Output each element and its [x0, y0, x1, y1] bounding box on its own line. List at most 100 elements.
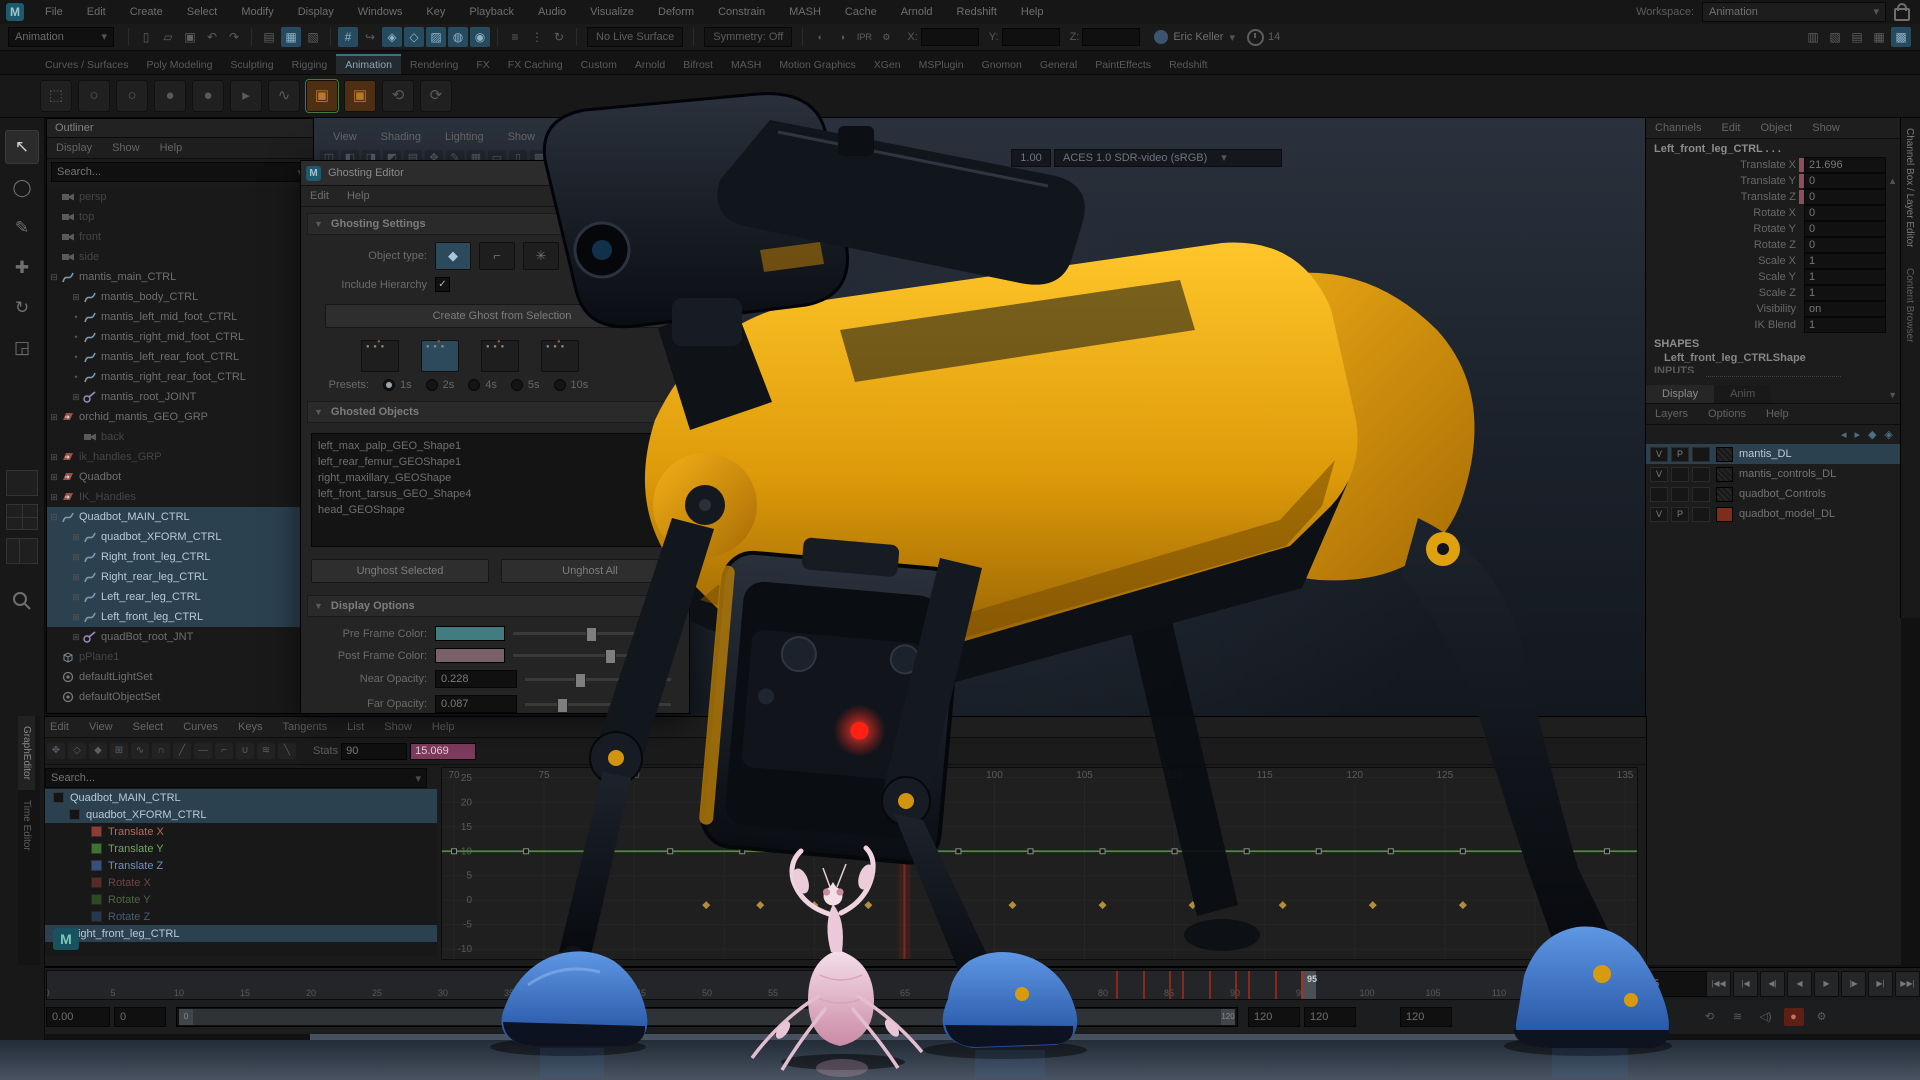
shelf-set-key-icon[interactable]: ○	[78, 80, 110, 112]
graph-channel-row[interactable]: Rotate Y	[45, 891, 437, 908]
graph-editor-search[interactable]: ▾	[45, 768, 427, 788]
layer-editor-menu-item[interactable]: Help	[1757, 404, 1798, 424]
insert-keys-icon[interactable]: ◇	[68, 743, 86, 759]
channel-box-menu-item[interactable]: Show	[1803, 118, 1849, 138]
shelf-tab[interactable]: Curves / Surfaces	[36, 56, 137, 74]
viewport-menu-item[interactable]: View	[322, 126, 368, 148]
ghosting-editor-titlebar[interactable]: M Ghosting Editor — ▢ ✕	[301, 161, 689, 186]
channel-attribute-row[interactable]: Scale Z 1	[1646, 285, 1901, 301]
shelf-ghost-icon[interactable]: ▣	[306, 80, 338, 112]
outliner-item[interactable]: top	[47, 207, 313, 227]
graph-editor-search-input[interactable]	[46, 772, 415, 784]
shelf-tab[interactable]: Sculpting	[221, 56, 282, 74]
shelf-tab[interactable]: Poly Modeling	[137, 56, 221, 74]
layer-color-swatch[interactable]	[1716, 447, 1733, 462]
shelf-tab[interactable]: Animation	[336, 54, 401, 74]
viewport-menu-item[interactable]: Shading	[370, 126, 432, 148]
menu-item[interactable]: Modify	[230, 0, 284, 24]
expand-toggle-icon[interactable]: •	[69, 372, 83, 382]
viewport-menu-item[interactable]: Show	[497, 126, 547, 148]
layer-editor-tab[interactable]: Display	[1646, 385, 1714, 403]
move-tool[interactable]: ✚	[6, 252, 38, 284]
graph-channel-row[interactable]: Right_front_leg_CTRL	[45, 925, 437, 942]
tab-channel-box-layer-editor[interactable]: Channel Box / Layer Editor	[1901, 118, 1918, 258]
scroll-down-icon[interactable]: ▼	[1888, 390, 1897, 400]
shelf-playblast-icon[interactable]: ▸	[230, 80, 262, 112]
outliner-menu-item[interactable]: Display	[47, 138, 101, 158]
tab-content-browser[interactable]: Content Browser	[1901, 258, 1918, 352]
display-layer-row[interactable]: V P quadbot_model_DL	[1646, 504, 1901, 524]
z-coord-input[interactable]	[1082, 28, 1140, 46]
animation-preferences-icon[interactable]: ⚙	[1812, 1008, 1832, 1026]
unghost-all-button[interactable]: Unghost All	[501, 559, 679, 583]
channel-attribute-value[interactable]: 1	[1804, 317, 1886, 333]
layer-playback-toggle[interactable]: P	[1671, 507, 1689, 522]
ghost-preset-pre-icon[interactable]	[361, 340, 399, 372]
outliner-item[interactable]: ⊞ mantis_body_CTRL	[47, 287, 313, 307]
graph-editor-menu-item[interactable]: Tangents	[274, 717, 337, 737]
symmetry-field[interactable]: Symmetry: Off	[704, 27, 792, 47]
unghost-selected-button[interactable]: Unghost Selected	[311, 559, 489, 583]
expand-toggle-icon[interactable]: ⊞	[47, 492, 61, 503]
channel-attribute-value[interactable]: 0	[1804, 205, 1886, 221]
modeling-toolkit-icon[interactable]: ▥	[1803, 27, 1823, 47]
expand-toggle-icon[interactable]: ⊞	[69, 292, 83, 303]
move-nearest-picked-key-icon[interactable]: ✥	[47, 743, 65, 759]
step-back-frame-button[interactable]: ◀|	[1760, 971, 1785, 997]
display-options-header[interactable]: ▼Display Options	[307, 595, 683, 617]
fps-selector[interactable]: 24 fps▾	[1572, 1007, 1630, 1027]
ghosted-object-item[interactable]: left_rear_femur_GEOShape1	[318, 454, 672, 470]
expand-toggle-icon[interactable]: ⊞	[69, 532, 83, 543]
layer-display-type-toggle[interactable]	[1692, 487, 1710, 502]
keyframe-tick[interactable]	[1169, 971, 1171, 999]
range-slider-bar[interactable]	[179, 1009, 1235, 1025]
menu-item[interactable]: Edit	[76, 0, 117, 24]
channel-attribute-value[interactable]: 0	[1804, 221, 1886, 237]
near-opacity-slider[interactable]	[525, 678, 671, 681]
ghost-preset-custom-icon[interactable]	[541, 340, 579, 372]
shelf-tab[interactable]: Custom	[572, 56, 626, 74]
break-tangent-icon[interactable]: ╲	[278, 743, 296, 759]
ghost-locator-icon[interactable]: ✳	[523, 242, 559, 270]
clamped-tangent-icon[interactable]: ∩	[152, 743, 170, 759]
linear-tangent-icon[interactable]: ╱	[173, 743, 191, 759]
ghosted-object-item[interactable]: head_GEOShape	[318, 502, 672, 518]
channel-attribute-row[interactable]: Translate Y 0	[1646, 173, 1901, 189]
go-to-start-button[interactable]: |◀◀	[1706, 971, 1731, 997]
pre-frame-color-slider[interactable]	[513, 632, 671, 635]
close-button[interactable]: ✕	[663, 161, 689, 185]
expand-toggle-icon[interactable]: ⊞	[69, 392, 83, 403]
ghosted-objects-header[interactable]: ▼Ghosted Objects	[307, 401, 683, 423]
shelf-unmute-icon[interactable]: ●	[192, 80, 224, 112]
two-pane-layout-button[interactable]	[6, 538, 38, 564]
step-forward-frame-button[interactable]: |▶	[1841, 971, 1866, 997]
playback-start-field[interactable]: 0	[114, 1007, 166, 1027]
make-object-live-icon[interactable]: ◍	[448, 27, 468, 47]
move-layer-down-icon[interactable]: ▸	[1855, 428, 1861, 441]
keyframe-tick[interactable]	[1182, 971, 1184, 999]
open-scene-icon[interactable]: ▱	[158, 27, 178, 47]
render-settings-icon[interactable]: ⚙	[876, 27, 896, 47]
snap-projected-center-icon[interactable]: ◇	[404, 27, 424, 47]
curve-view[interactable]: 2520151050-5-107075808590951001051101151…	[441, 767, 1638, 960]
layer-from-selected-icon[interactable]: ◈	[1885, 428, 1893, 441]
channel-attribute-value[interactable]: on	[1804, 301, 1886, 317]
channel-attribute-value[interactable]: 1	[1804, 285, 1886, 301]
stats-frame-field[interactable]: 90	[341, 743, 407, 760]
shelf-tab[interactable]: XGen	[865, 56, 910, 74]
outliner-toggle-icon[interactable]	[11, 590, 33, 615]
cached-playback-icon[interactable]: ≋	[1728, 1008, 1748, 1026]
channel-attribute-row[interactable]: Rotate X 0	[1646, 205, 1901, 221]
workspace-selector[interactable]: Animation▾	[1702, 2, 1886, 22]
ipr-render-icon[interactable]: IPR	[854, 27, 874, 47]
shelf-tab[interactable]: MASH	[722, 56, 770, 74]
scale-tool[interactable]: ◲	[6, 332, 38, 364]
channel-box-menu-item[interactable]: Channels	[1646, 118, 1710, 138]
shelf-tab[interactable]: Motion Graphics	[770, 56, 864, 74]
near-opacity-field[interactable]: 0.228	[435, 670, 517, 688]
range-end-handle[interactable]: 120	[1221, 1009, 1235, 1025]
keyframe-tick[interactable]	[1248, 971, 1250, 999]
live-surface-field[interactable]: No Live Surface	[587, 27, 683, 47]
outliner-search-input[interactable]	[52, 166, 297, 178]
outliner-item[interactable]: ⊞ Quadbot	[47, 467, 313, 487]
